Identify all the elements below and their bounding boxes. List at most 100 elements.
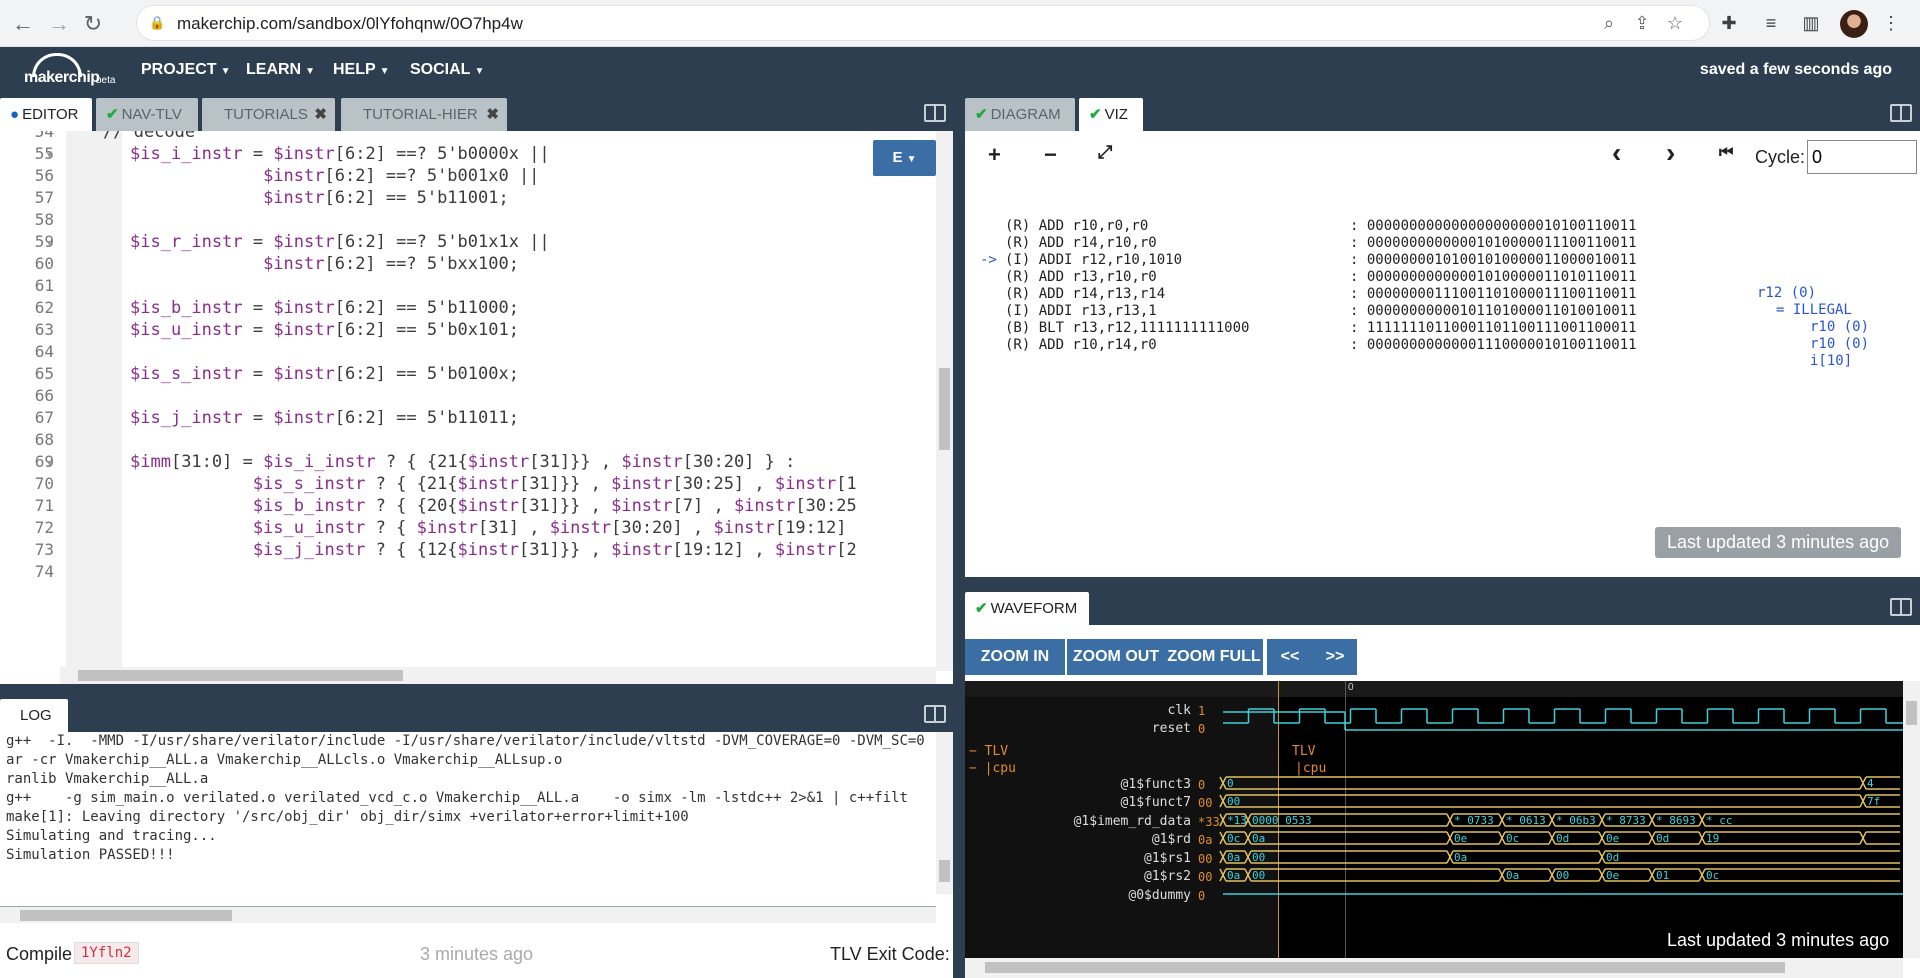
waveform-panel: ZOOM IN ZOOM OUT ZOOM FULL << >> 0 clk 1 r… [965, 625, 1920, 978]
instruction-asm: (I) ADDI r12,r10,1010 [1005, 252, 1183, 268]
code-line[interactable]: $is_s_instr ? { {21{$instr[31]}} , $inst… [130, 474, 857, 494]
tab-waveform[interactable]: ✔ WAVEFORM [965, 592, 1089, 625]
code-line[interactable]: $is_u_instr = $instr[6:2] == 5'b0x101; [130, 320, 519, 340]
log-tabbar: LOG [0, 696, 953, 732]
fullscreen-icon[interactable]: ⤢ [1098, 142, 1112, 163]
scroll-left-button[interactable]: << [1267, 639, 1313, 675]
code-line[interactable]: $is_b_instr ? { {20{$instr[31]}} , $inst… [130, 496, 857, 516]
share-icon[interactable]: ⇪ [1630, 13, 1654, 35]
code-line[interactable]: $instr[6:2] ==? 5'bxx100; [130, 254, 519, 274]
compile-label: Compile [6, 944, 73, 964]
zoom-icon[interactable]: ⌕ [1597, 13, 1621, 35]
waveform-viewer[interactable]: 0 clk 1 reset 0 @1$funct3 0 @1$funct7 00 @1$imem… [965, 681, 1903, 958]
menu-project[interactable]: PROJECT ▼ [141, 61, 230, 79]
editor-horizontal-scrollbar[interactable] [60, 667, 936, 684]
vertical-splitter[interactable] [953, 95, 965, 978]
bus-value: 4 [1867, 777, 1874, 790]
url-text[interactable]: makerchip.com/sandbox/0lYfohqnw/0O7hp4w [177, 14, 523, 34]
browser-toolbar: ← → ↻ 🔒 makerchip.com/sandbox/0lYfohqnw/… [0, 0, 1920, 47]
tab-tutorials[interactable]: TUTORIALS ✖ [202, 98, 335, 131]
close-icon[interactable]: ✖ [486, 98, 499, 131]
tab-nav-tlv[interactable]: ✔ NAV-TLV [96, 98, 198, 131]
code-editor[interactable]: 54 55 ▼ 56 57 58 59 ▼ 60 61 62 63 64 65 66 67 68 69 ▼ 70 71 7… [0, 131, 953, 684]
instruction-bits: : 11111110110001101100111001100011 [1350, 320, 1637, 336]
instruction-bits: : 00000000111001101000011100110011 [1350, 286, 1637, 302]
bus-value: 0e [1606, 832, 1619, 845]
instruction-bits: : 00000000101001010000011000010011 [1350, 252, 1637, 268]
fold-icon[interactable]: ▼ [45, 238, 54, 248]
bus-value: 0d [1656, 832, 1669, 845]
side-panel-icon[interactable]: ▥ [1798, 10, 1824, 36]
reg-label: r10 (0) [1810, 319, 1870, 335]
code-line[interactable]: $is_j_instr ? { {12{$instr[31]}} , $inst… [130, 540, 857, 560]
forward-icon[interactable]: → [44, 9, 74, 39]
prev-cycle-button[interactable]: ‹ [1612, 137, 1621, 169]
code-line[interactable]: // decode [103, 131, 195, 142]
compile-id-badge[interactable]: 1Yfln2 [74, 942, 139, 964]
makerchip-logo[interactable]: makerchip beta [20, 53, 120, 89]
back-icon[interactable]: ← [8, 9, 38, 39]
code-line[interactable]: $is_b_instr = $instr[6:2] == 5'b11000; [130, 298, 519, 318]
media-icon[interactable]: ≡ [1758, 10, 1784, 36]
code-line[interactable]: $is_u_instr ? { $instr[31] , $instr[30:2… [130, 518, 847, 538]
first-cycle-button[interactable]: ⏮ [1719, 144, 1733, 162]
bus-value: * 0733 [1454, 814, 1494, 827]
cycle-input[interactable]: 0 [1807, 140, 1917, 174]
instruction-asm: (R) ADD r10,r14,r0 [1005, 337, 1157, 353]
tab-viz[interactable]: ✔ VIZ [1079, 98, 1143, 131]
tab-tutorial-hier[interactable]: TUTORIAL-HIER ✖ [341, 98, 507, 131]
check-icon: ✔ [106, 106, 119, 123]
close-icon[interactable]: ✖ [314, 98, 327, 131]
split-pane-icon[interactable] [924, 705, 946, 723]
code-line[interactable]: $instr[6:2] == 5'b11001; [130, 188, 509, 208]
editor-mode-button[interactable]: E ▼ [873, 140, 936, 176]
code-line[interactable]: $is_s_instr = $instr[6:2] == 5'b0100x; [130, 364, 519, 384]
viz-last-updated: Last updated 3 minutes ago [1655, 527, 1902, 558]
reload-icon[interactable]: ↻ [78, 9, 108, 39]
tab-log[interactable]: LOG [0, 699, 68, 732]
tab-diagram[interactable]: ✔ DIAGRAM [965, 98, 1075, 131]
editor-tabbar: ● EDITOR ✔ NAV-TLV TUTORIALS ✖ TUTORIAL-HIE… [0, 95, 953, 131]
zoom-in-button[interactable]: ZOOM IN [965, 639, 1065, 675]
viz-zoom-out-button[interactable]: − [1044, 142, 1057, 168]
split-pane-icon[interactable] [1890, 104, 1912, 122]
fold-icon[interactable]: ▼ [45, 458, 54, 468]
horizontal-splitter-right[interactable] [965, 577, 1920, 589]
current-instruction-marker: -> [980, 252, 997, 268]
zoom-full-button[interactable]: ZOOM FULL [1165, 639, 1263, 675]
line-number: 68 [34, 430, 54, 449]
menu-social[interactable]: SOCIAL ▼ [410, 61, 484, 79]
code-line[interactable]: $is_i_instr = $instr[6:2] ==? 5'b0000x |… [130, 144, 550, 164]
zoom-out-button[interactable]: ZOOM OUT [1067, 639, 1165, 675]
viz-zoom-in-button[interactable]: + [988, 142, 1001, 168]
code-line[interactable]: $is_r_instr = $instr[6:2] ==? 5'b01x1x |… [130, 232, 550, 252]
check-icon: ✔ [1089, 106, 1102, 123]
reg-label: r10 (0) [1810, 336, 1870, 352]
bus-value: 0d [1606, 851, 1619, 864]
menu-learn[interactable]: LEARN ▼ [246, 61, 315, 79]
address-bar[interactable]: 🔒 makerchip.com/sandbox/0lYfohqnw/0O7hp4… [136, 5, 1710, 41]
next-cycle-button[interactable]: › [1666, 137, 1675, 169]
lock-icon[interactable]: 🔒 [149, 15, 165, 31]
waveform-horizontal-scrollbar[interactable] [965, 958, 1903, 978]
log-vertical-scrollbar[interactable] [936, 732, 953, 894]
profile-avatar[interactable] [1840, 10, 1868, 38]
editor-vertical-scrollbar[interactable] [936, 131, 953, 671]
menu-help[interactable]: HELP ▼ [333, 61, 390, 79]
bus-value: *13 [1227, 814, 1247, 827]
tab-editor[interactable]: ● EDITOR [0, 98, 92, 131]
split-pane-icon[interactable] [1890, 598, 1912, 616]
bus-value: 0a [1252, 832, 1265, 845]
code-line[interactable]: $is_j_instr = $instr[6:2] == 5'b11011; [130, 408, 519, 428]
bookmark-star-icon[interactable]: ☆ [1663, 13, 1687, 35]
fold-icon[interactable]: ▼ [45, 150, 54, 160]
log-horizontal-scrollbar[interactable] [0, 906, 936, 923]
waveform-vertical-scrollbar[interactable] [1903, 681, 1920, 958]
split-pane-icon[interactable] [924, 104, 946, 122]
scroll-right-button[interactable]: >> [1313, 639, 1357, 675]
extensions-icon[interactable]: ✚ [1716, 10, 1742, 36]
code-line[interactable]: $instr[6:2] ==? 5'b001x0 || [130, 166, 539, 186]
code-line[interactable]: $imm[31:0] = $is_i_instr ? { {21{$instr[… [130, 452, 795, 472]
menu-kebab-icon[interactable]: ⋮ [1878, 10, 1904, 36]
horizontal-splitter-left[interactable] [0, 684, 953, 696]
